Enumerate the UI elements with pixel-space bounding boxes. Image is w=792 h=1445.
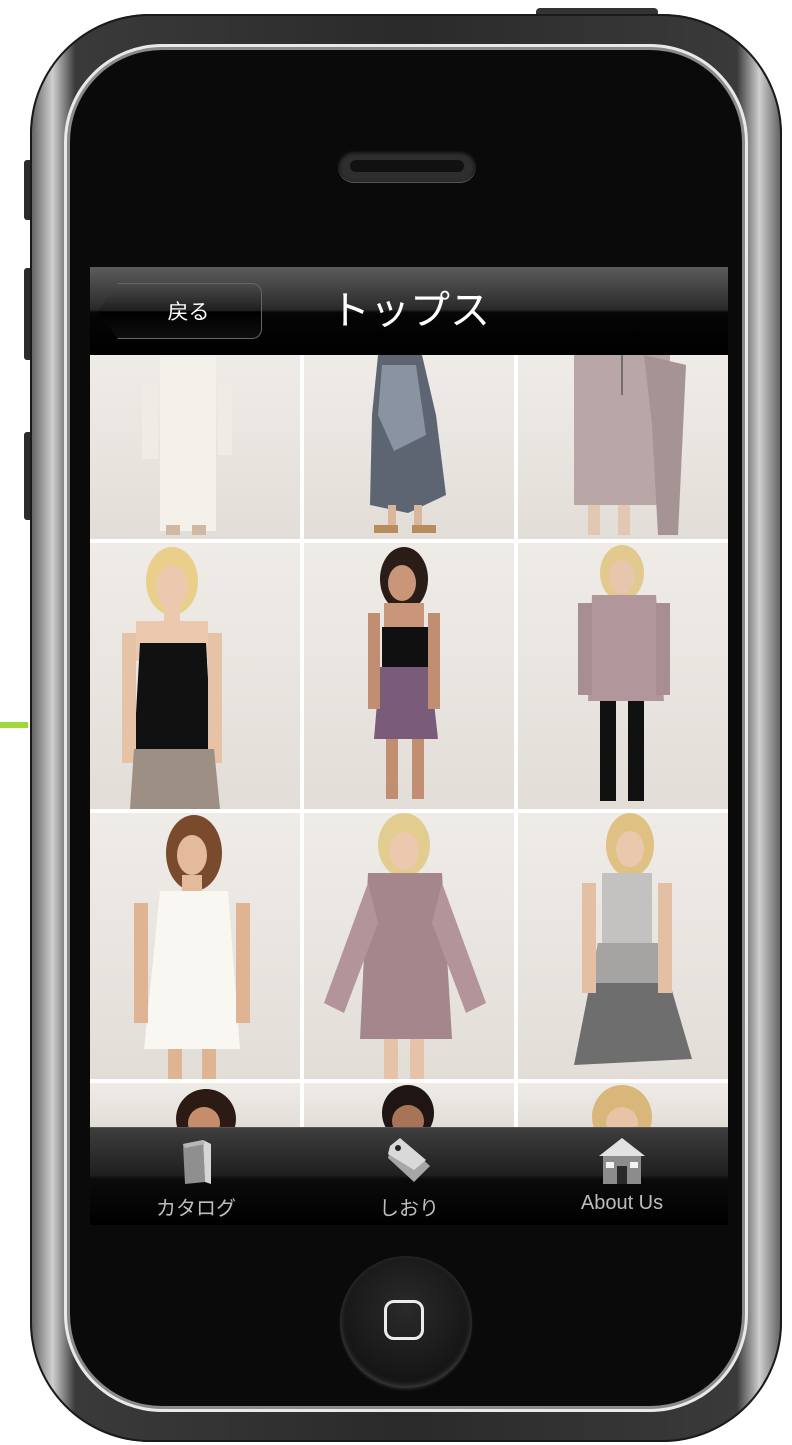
navigation-bar: 戻る トップス bbox=[90, 267, 728, 356]
model-photo bbox=[382, 1085, 434, 1127]
product-tile-1[interactable] bbox=[90, 355, 300, 539]
house-icon bbox=[599, 1138, 645, 1184]
tab-catalog-label: カタログ bbox=[156, 1198, 236, 1220]
product-tile-5[interactable] bbox=[304, 543, 514, 809]
tab-bar: カタログ しおり About Us bbox=[90, 1127, 728, 1225]
product-tile-4[interactable] bbox=[90, 543, 300, 809]
model-photo bbox=[134, 815, 250, 1079]
model-photo bbox=[176, 1089, 236, 1127]
product-tile-8[interactable] bbox=[304, 813, 514, 1079]
model-photo bbox=[574, 813, 692, 1065]
product-tile-11[interactable] bbox=[304, 1083, 514, 1127]
product-tile-2[interactable] bbox=[304, 355, 514, 539]
model-photo bbox=[370, 355, 446, 533]
earpiece-speaker bbox=[338, 150, 476, 182]
model-photo bbox=[578, 545, 670, 801]
product-tile-6[interactable] bbox=[518, 543, 728, 809]
product-tile-10[interactable] bbox=[90, 1083, 300, 1127]
product-tile-3[interactable] bbox=[518, 355, 728, 539]
model-photo bbox=[142, 355, 232, 535]
book-icon bbox=[183, 1140, 211, 1184]
tab-bookmarks-label: しおり bbox=[379, 1198, 439, 1220]
home-button[interactable] bbox=[340, 1256, 472, 1388]
home-square-icon bbox=[384, 1300, 424, 1340]
page-title: トップス bbox=[330, 288, 490, 334]
model-photo bbox=[324, 813, 486, 1079]
model-photo bbox=[122, 547, 222, 809]
product-grid bbox=[90, 355, 728, 1127]
tag-icon bbox=[388, 1138, 430, 1182]
back-button[interactable]: 戻る bbox=[98, 283, 262, 339]
tab-bookmarks[interactable]: しおり bbox=[303, 1128, 515, 1225]
model-photo bbox=[574, 355, 686, 535]
model-photo bbox=[368, 547, 440, 799]
tab-catalog[interactable]: カタログ bbox=[90, 1128, 302, 1225]
product-tile-9[interactable] bbox=[518, 813, 728, 1079]
tab-about-us-label: About Us bbox=[580, 1192, 664, 1214]
app-screen: 戻る トップス カタログ しおり About Us bbox=[90, 267, 728, 1225]
tab-about-us[interactable]: About Us bbox=[516, 1128, 728, 1225]
product-tile-12[interactable] bbox=[518, 1083, 728, 1127]
model-photo bbox=[592, 1085, 652, 1127]
accent-line bbox=[0, 722, 28, 728]
product-tile-7[interactable] bbox=[90, 813, 300, 1079]
